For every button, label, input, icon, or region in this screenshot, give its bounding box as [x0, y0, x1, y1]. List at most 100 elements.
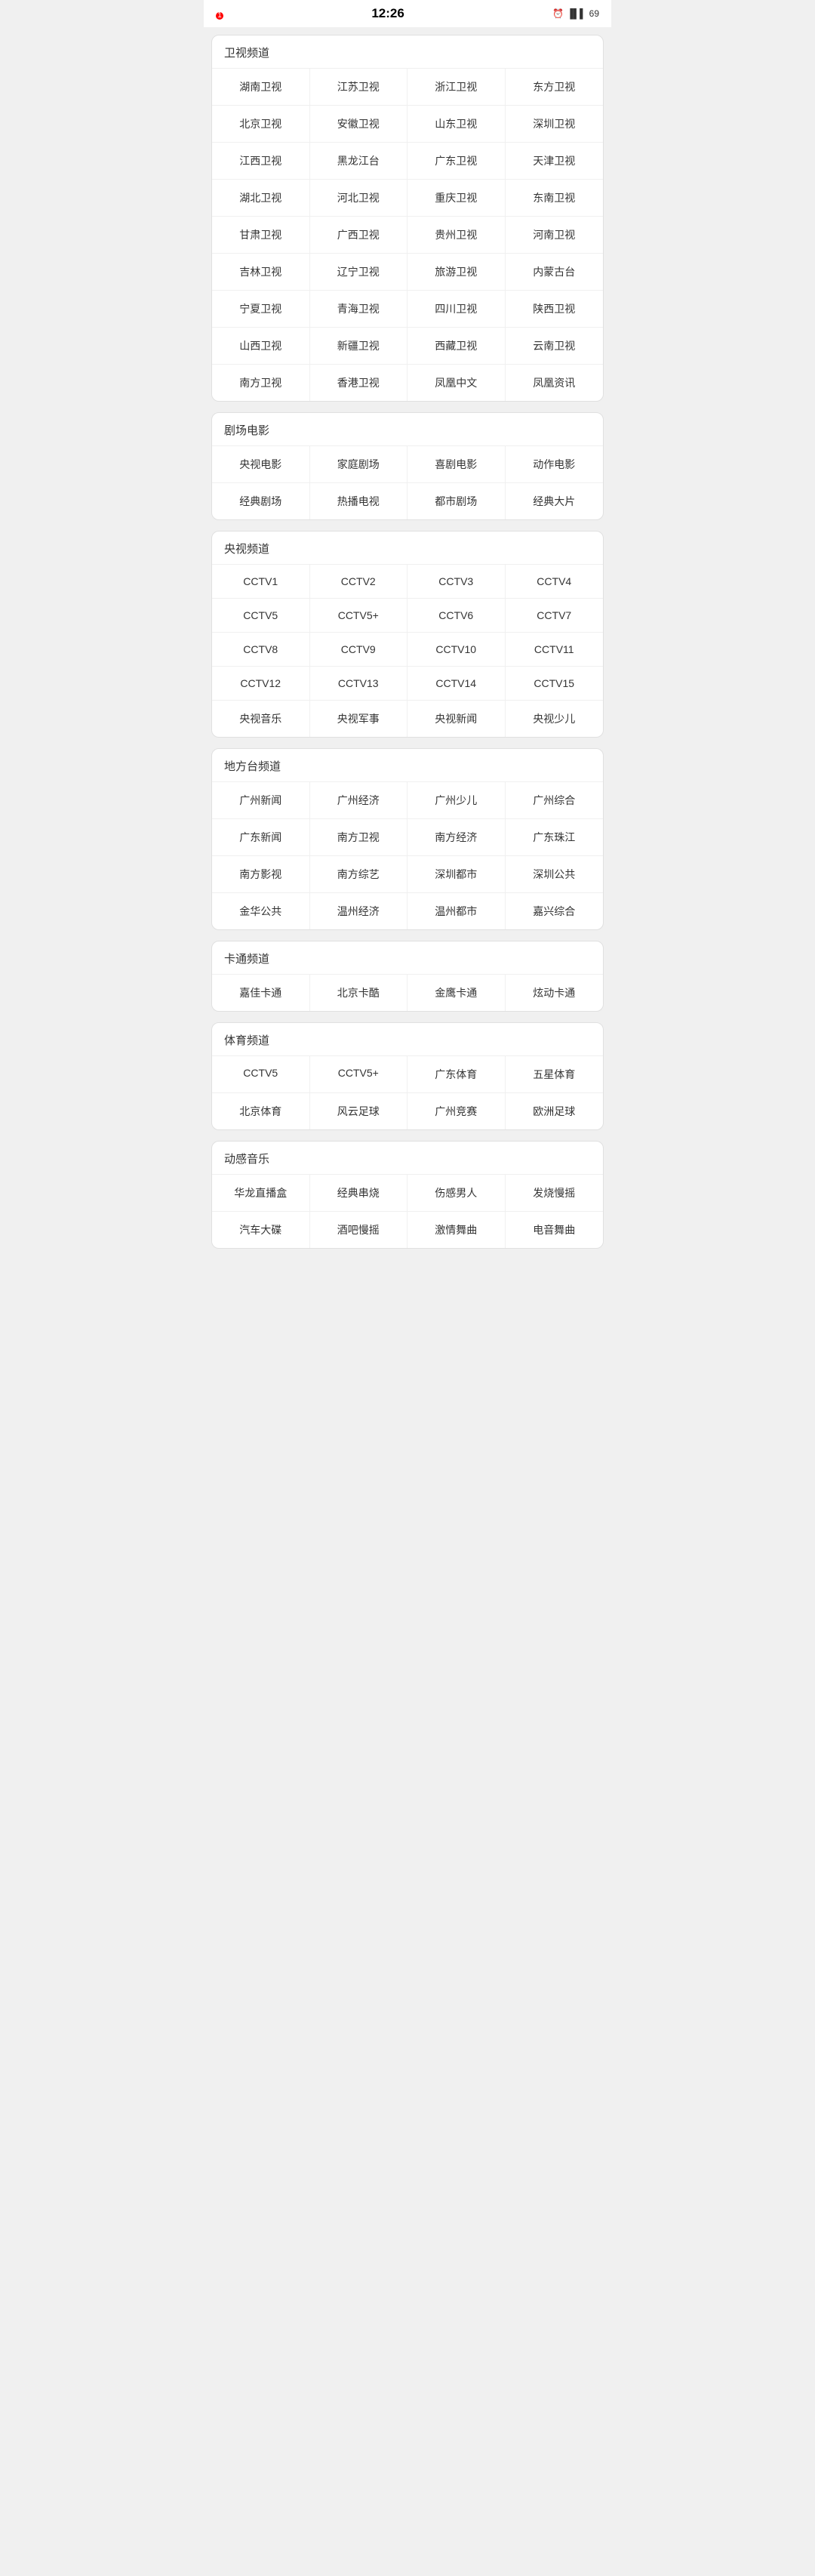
- channel-item[interactable]: 安徽卫视: [310, 106, 408, 143]
- channel-item[interactable]: 温州经济: [310, 893, 408, 929]
- channel-item[interactable]: 天津卫视: [506, 143, 604, 180]
- channel-item[interactable]: 南方经济: [408, 819, 506, 856]
- channel-item[interactable]: CCTV8: [212, 633, 310, 667]
- channel-item[interactable]: 广东体育: [408, 1056, 506, 1093]
- channel-item[interactable]: CCTV6: [408, 599, 506, 633]
- channel-item[interactable]: 发烧慢摇: [506, 1175, 604, 1212]
- channel-item[interactable]: 电音舞曲: [506, 1212, 604, 1248]
- channel-item[interactable]: 黑龙江台: [310, 143, 408, 180]
- channel-item[interactable]: 深圳卫视: [506, 106, 604, 143]
- channel-item[interactable]: 云南卫视: [506, 328, 604, 365]
- channel-item[interactable]: 西藏卫视: [408, 328, 506, 365]
- channel-item[interactable]: 伤感男人: [408, 1175, 506, 1212]
- channel-item[interactable]: 旅游卫视: [408, 254, 506, 291]
- channel-item[interactable]: 重庆卫视: [408, 180, 506, 217]
- channel-item[interactable]: 家庭剧场: [310, 446, 408, 483]
- channel-item[interactable]: CCTV4: [506, 565, 604, 599]
- channel-item[interactable]: 五星体育: [506, 1056, 604, 1093]
- channel-item[interactable]: 金鹰卡通: [408, 975, 506, 1011]
- channel-item[interactable]: 南方卫视: [212, 365, 310, 401]
- channel-item[interactable]: 辽宁卫视: [310, 254, 408, 291]
- channel-item[interactable]: 北京卡酷: [310, 975, 408, 1011]
- channel-item[interactable]: CCTV12: [212, 667, 310, 701]
- channel-item[interactable]: 吉林卫视: [212, 254, 310, 291]
- channel-item[interactable]: 新疆卫视: [310, 328, 408, 365]
- channel-item[interactable]: 北京卫视: [212, 106, 310, 143]
- channel-item[interactable]: CCTV1: [212, 565, 310, 599]
- channel-item[interactable]: 南方影视: [212, 856, 310, 893]
- channel-item[interactable]: 嘉佳卡通: [212, 975, 310, 1011]
- channel-item[interactable]: 央视音乐: [212, 701, 310, 737]
- channel-item[interactable]: 广州综合: [506, 782, 604, 819]
- channel-item[interactable]: CCTV7: [506, 599, 604, 633]
- channel-item[interactable]: 凤凰资讯: [506, 365, 604, 401]
- channel-item[interactable]: 央视新闻: [408, 701, 506, 737]
- channel-item[interactable]: 内蒙古台: [506, 254, 604, 291]
- channel-item[interactable]: CCTV5+: [310, 1056, 408, 1093]
- channel-item[interactable]: 山西卫视: [212, 328, 310, 365]
- channel-item[interactable]: 都市剧场: [408, 483, 506, 519]
- channel-item[interactable]: 经典大片: [506, 483, 604, 519]
- channel-item[interactable]: 甘肃卫视: [212, 217, 310, 254]
- channel-item[interactable]: 深圳公共: [506, 856, 604, 893]
- channel-item[interactable]: 金华公共: [212, 893, 310, 929]
- channel-item[interactable]: 广西卫视: [310, 217, 408, 254]
- channel-item[interactable]: 广州少儿: [408, 782, 506, 819]
- channel-item[interactable]: 湖南卫视: [212, 69, 310, 106]
- channel-item[interactable]: 广州经济: [310, 782, 408, 819]
- channel-item[interactable]: 江苏卫视: [310, 69, 408, 106]
- channel-item[interactable]: 北京体育: [212, 1093, 310, 1129]
- channel-item[interactable]: 山东卫视: [408, 106, 506, 143]
- channel-item[interactable]: 河北卫视: [310, 180, 408, 217]
- channel-item[interactable]: CCTV10: [408, 633, 506, 667]
- channel-item[interactable]: 经典串烧: [310, 1175, 408, 1212]
- channel-item[interactable]: 温州都市: [408, 893, 506, 929]
- channel-item[interactable]: CCTV2: [310, 565, 408, 599]
- channel-item[interactable]: 广州新闻: [212, 782, 310, 819]
- channel-item[interactable]: CCTV15: [506, 667, 604, 701]
- channel-item[interactable]: 嘉兴综合: [506, 893, 604, 929]
- channel-item[interactable]: 香港卫视: [310, 365, 408, 401]
- channel-item[interactable]: 南方卫视: [310, 819, 408, 856]
- channel-item[interactable]: 深圳都市: [408, 856, 506, 893]
- channel-item[interactable]: CCTV3: [408, 565, 506, 599]
- channel-item[interactable]: 喜剧电影: [408, 446, 506, 483]
- channel-item[interactable]: CCTV11: [506, 633, 604, 667]
- channel-item[interactable]: 酒吧慢摇: [310, 1212, 408, 1248]
- channel-item[interactable]: CCTV5: [212, 599, 310, 633]
- channel-item[interactable]: 湖北卫视: [212, 180, 310, 217]
- channel-item[interactable]: 陕西卫视: [506, 291, 604, 328]
- channel-item[interactable]: CCTV14: [408, 667, 506, 701]
- channel-item[interactable]: CCTV9: [310, 633, 408, 667]
- channel-item[interactable]: 江西卫视: [212, 143, 310, 180]
- channel-item[interactable]: 青海卫视: [310, 291, 408, 328]
- channel-item[interactable]: 华龙直播盒: [212, 1175, 310, 1212]
- channel-item[interactable]: 央视军事: [310, 701, 408, 737]
- channel-item[interactable]: 凤凰中文: [408, 365, 506, 401]
- channel-item[interactable]: 汽车大碟: [212, 1212, 310, 1248]
- channel-item[interactable]: CCTV5: [212, 1056, 310, 1093]
- channel-item[interactable]: 炫动卡通: [506, 975, 604, 1011]
- channel-item[interactable]: 广东珠江: [506, 819, 604, 856]
- channel-item[interactable]: 东南卫视: [506, 180, 604, 217]
- channel-item[interactable]: CCTV5+: [310, 599, 408, 633]
- channel-item[interactable]: 宁夏卫视: [212, 291, 310, 328]
- channel-item[interactable]: 动作电影: [506, 446, 604, 483]
- channel-item[interactable]: 央视少儿: [506, 701, 604, 737]
- channel-item[interactable]: 风云足球: [310, 1093, 408, 1129]
- channel-item[interactable]: 广东新闻: [212, 819, 310, 856]
- channel-item[interactable]: 贵州卫视: [408, 217, 506, 254]
- channel-item[interactable]: 热播电视: [310, 483, 408, 519]
- channel-item[interactable]: 四川卫视: [408, 291, 506, 328]
- channel-item[interactable]: CCTV13: [310, 667, 408, 701]
- channel-item[interactable]: 经典剧场: [212, 483, 310, 519]
- channel-item[interactable]: 浙江卫视: [408, 69, 506, 106]
- channel-item[interactable]: 南方综艺: [310, 856, 408, 893]
- channel-item[interactable]: 欧洲足球: [506, 1093, 604, 1129]
- channel-item[interactable]: 激情舞曲: [408, 1212, 506, 1248]
- channel-item[interactable]: 广东卫视: [408, 143, 506, 180]
- channel-item[interactable]: 东方卫视: [506, 69, 604, 106]
- channel-item[interactable]: 河南卫视: [506, 217, 604, 254]
- channel-item[interactable]: 广州竞赛: [408, 1093, 506, 1129]
- channel-item[interactable]: 央视电影: [212, 446, 310, 483]
